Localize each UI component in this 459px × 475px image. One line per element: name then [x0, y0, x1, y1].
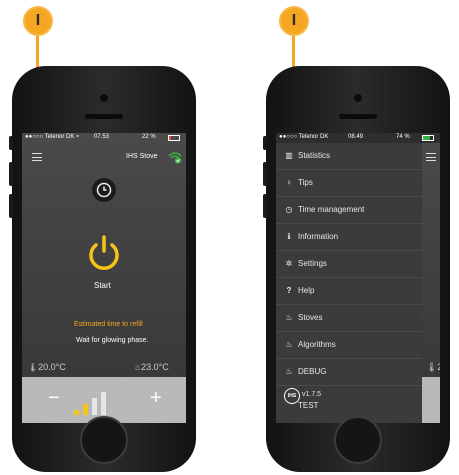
status-time: 07.53 [94, 134, 110, 140]
power-bar-1 [74, 410, 79, 415]
battery-icon [422, 135, 434, 141]
menu-item-time-management[interactable]: ◷ Time management [276, 197, 422, 224]
volume-up-button [9, 162, 13, 186]
temp-left: 🌡20.0°C [28, 362, 66, 372]
menu-hamburger-icon[interactable] [32, 153, 42, 162]
menu-item-statistics[interactable]: ▥ Statistics [276, 143, 422, 170]
power-icon [89, 235, 119, 270]
temp-peek: 🌡2 [426, 362, 440, 372]
status-bar: ●●○○○ Telenor DK ≈ 07.53 22 % [22, 133, 186, 143]
carrier-label: ●●○○○ Telenor DK [279, 134, 329, 140]
flame-icon: ♨ [285, 367, 293, 376]
refill-estimate-label: Estimated time to refill [74, 321, 143, 328]
gear-icon: ✲ [285, 259, 293, 268]
question-icon: ? [286, 286, 292, 295]
side-menu: ▥ Statistics ♀ Tips ◷ Time management ℹ … [276, 143, 422, 423]
home-button[interactable] [80, 416, 128, 464]
power-bar-3 [92, 398, 97, 415]
screen-main: ●●○○○ Telenor DK ≈ 07.53 22 % IHS Stove [22, 133, 186, 423]
menu-item-stoves[interactable]: ♨ Stoves [276, 305, 422, 332]
front-camera [354, 94, 362, 102]
volume-down-button [9, 194, 13, 218]
menu-item-label: Tips [298, 178, 313, 187]
power-level-indicator [74, 389, 134, 415]
menu-hamburger-icon[interactable] [426, 153, 436, 162]
menu-item-label: Algorithms [298, 340, 336, 349]
phone-left: ●●○○○ Telenor DK ≈ 07.53 22 % IHS Stove [9, 66, 196, 472]
info-icon: ℹ [287, 232, 291, 241]
mute-switch [263, 136, 267, 150]
temp-right-value: 23.0°C [141, 362, 169, 372]
lightbulb-icon: ♀ [286, 178, 292, 187]
menu-item-debug[interactable]: ♨ DEBUG [276, 359, 422, 386]
menu-item-label: Statistics [298, 151, 331, 160]
menu-item-settings[interactable]: ✲ Settings [276, 251, 422, 278]
battery-percent: 74 % [396, 134, 410, 140]
menu-item-algorithms[interactable]: ♨ Algorithms [276, 332, 422, 359]
thermometer-icon: 🌡 [28, 363, 39, 372]
menu-item-label: Information [298, 232, 339, 241]
status-time: 08.49 [348, 134, 364, 140]
volume-down-button [263, 194, 267, 218]
ihs-logo: IHS [284, 388, 300, 404]
menu-item-label: Help [298, 286, 315, 295]
temp-right: ♨23.0°C [134, 362, 169, 372]
volume-up-button [263, 162, 267, 186]
bar-chart-icon: ▥ [285, 151, 293, 160]
clock-icon [96, 182, 112, 198]
clock-icon: ◷ [285, 205, 293, 214]
wifi-icon: ≈ [76, 134, 80, 140]
callout-marker-left: I [25, 8, 51, 34]
status-bar: ●●○○○ Telenor DK 08.49 74 % [276, 133, 440, 143]
menu-item-label: Settings [298, 259, 327, 268]
phase-status-text: Wait for glowing phase. [76, 337, 149, 344]
timer-button[interactable] [92, 178, 116, 202]
menu-item-label: DEBUG [298, 367, 327, 376]
callout-marker-right: I [281, 8, 307, 34]
mute-switch [9, 136, 13, 150]
power-bar-2 [83, 404, 88, 415]
home-button[interactable] [334, 416, 382, 464]
phone-right: ●●○○○ Telenor DK 08.49 74 % 🌡2 ▥ Statist… [263, 66, 450, 472]
menu-item-tips[interactable]: ♀ Tips [276, 170, 422, 197]
menu-item-label: Time management [298, 205, 365, 214]
menu-item-help[interactable]: ? Help [276, 278, 422, 305]
earpiece-speaker [85, 114, 123, 119]
start-label: Start [94, 281, 111, 290]
start-power-button[interactable] [85, 233, 123, 273]
device-name-label: IHS Stove [126, 153, 158, 160]
menu-item-label: Stoves [298, 313, 323, 322]
earpiece-speaker [339, 114, 377, 119]
battery-icon [168, 135, 180, 141]
version-label: v1.7.5 [302, 391, 322, 398]
temp-left-value: 20.0°C [38, 362, 66, 372]
decrease-power-button[interactable]: − [48, 387, 60, 410]
battery-percent: 22 % [142, 134, 156, 140]
control-bar-peek [422, 377, 440, 423]
front-camera [100, 94, 108, 102]
carrier-label: ●●○○○ Telenor DK [25, 134, 75, 140]
increase-power-button[interactable]: + [150, 387, 162, 410]
flame-icon: ♨ [285, 340, 293, 349]
connection-status-icon[interactable] [168, 150, 182, 164]
menu-item-label: TEST [298, 401, 319, 410]
flame-icon: ♨ [285, 313, 293, 322]
menu-item-information[interactable]: ℹ Information [276, 224, 422, 251]
screen-menu: ●●○○○ Telenor DK 08.49 74 % 🌡2 ▥ Statist… [276, 133, 440, 423]
power-bar-4 [101, 392, 106, 415]
